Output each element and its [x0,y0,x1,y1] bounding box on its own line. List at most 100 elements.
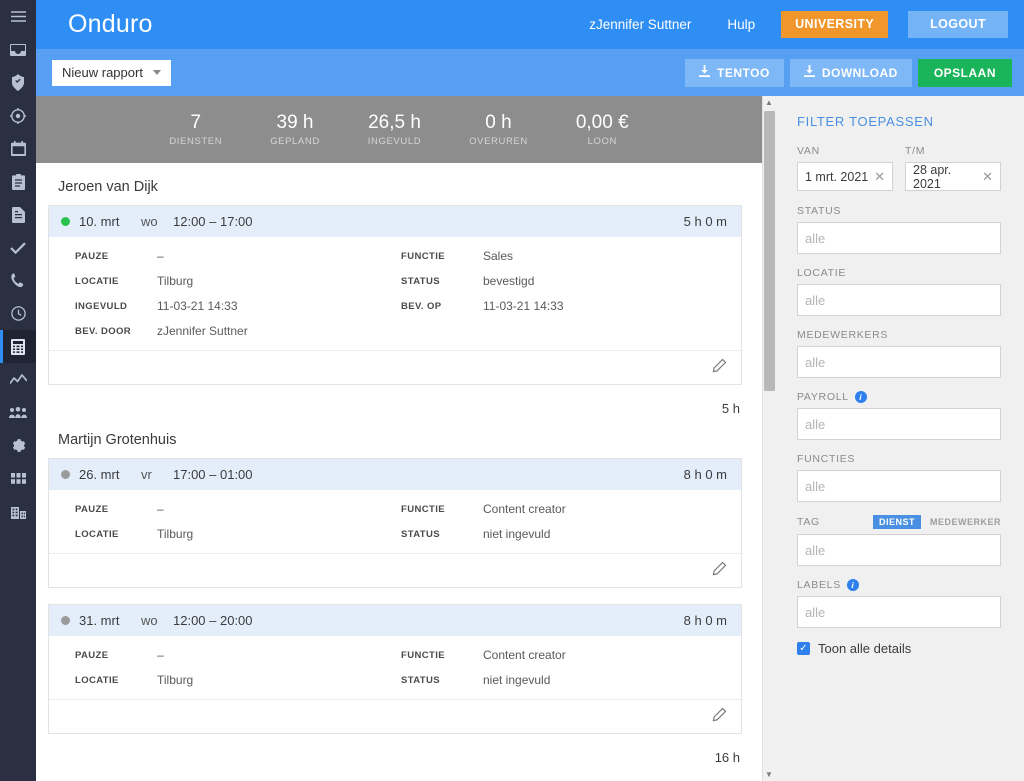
shift-card-footer [49,350,741,384]
shift-header[interactable]: 31. mrt wo 12:00 – 20:00 8 h 0 m [49,605,741,636]
sidebar-item-contacts[interactable] [0,264,36,297]
detail-key: INGEVULD [75,300,128,312]
download-icon [803,65,815,80]
shift-duration: 5 h 0 m [683,214,727,229]
save-button[interactable]: OPSLAAN [917,58,1012,87]
document-icon [11,206,25,223]
labels-filter-input[interactable]: alle [797,596,1001,628]
sidebar-item-clockin[interactable] [0,99,36,132]
employee-subtotal: 16 h [714,750,740,765]
date-to-label: T/M [905,145,926,157]
show-all-details-checkbox[interactable]: ✓ [797,642,810,655]
shift-time: 12:00 – 20:00 [173,613,253,628]
scroll-down-arrow[interactable]: ▼ [763,768,775,781]
report-content: 7 DIENSTEN 39 h GEPLAND 26,5 h INGEVULD [36,96,762,781]
shift-details: PAUZE – FUNCTIE Sales LOCATIE Tilburg ST… [49,237,741,350]
date-range-row: VAN 1 mrt. 2021 ✕ T/M 28 apr. 2021 ✕ [797,145,1001,191]
locatie-filter-label: LOCATIE [797,267,847,279]
stat-label: INGEVULD [367,136,422,147]
tentoo-export-button[interactable]: TENTOO [685,58,784,87]
tag-scope-medewerker[interactable]: MEDEWERKER [930,517,1001,527]
shift-day: wo [141,613,158,628]
shift-header[interactable]: 10. mrt wo 12:00 – 17:00 5 h 0 m [49,206,741,237]
locatie-filter-input[interactable]: alle [797,284,1001,316]
report-select[interactable]: Nieuw rapport [52,59,171,86]
payroll-filter-label: PAYROLL i [797,391,1001,403]
people-icon [9,406,27,419]
scroll-up-arrow[interactable]: ▲ [763,96,775,109]
date-to-value: 28 apr. 2021 [913,162,952,191]
tentoo-label: TENTOO [717,65,770,80]
sidebar-item-schedule[interactable] [0,132,36,165]
sidebar-item-timeclock[interactable] [0,297,36,330]
shift-header[interactable]: 26. mrt vr 17:00 – 01:00 8 h 0 m [49,459,741,490]
app-brand: Onduro [68,10,153,38]
status-filter-input[interactable]: alle [797,222,1001,254]
sidebar-item-apps[interactable] [0,462,36,495]
detail-value: zJennifer Suttner [157,324,248,338]
labels-filter-group: LABELS i alle [797,579,1001,628]
tag-filter-input[interactable]: alle [797,534,1001,566]
stat-overuren: 0 h OVERUREN [445,112,552,147]
sidebar-item-organisation[interactable] [0,495,36,528]
shift-day: vr [141,467,152,482]
edit-pencil-icon[interactable] [712,561,727,581]
medewerkers-filter-input[interactable]: alle [797,346,1001,378]
employee-block: Martijn Grotenhuis 26. mrt vr 17:00 – 01… [36,416,762,765]
show-all-details-row[interactable]: ✓ Toon alle details [797,641,1001,656]
status-dot [61,616,70,625]
edit-pencil-icon[interactable] [712,358,727,378]
help-link[interactable]: Hulp [709,10,773,40]
shift-time: 17:00 – 01:00 [173,467,253,482]
detail-value: Content creator [483,502,566,516]
detail-key: STATUS [401,674,440,686]
content-scrollbar[interactable]: ▲ ▼ [762,96,775,781]
shift-date: 31. mrt [79,613,120,628]
sidebar-item-reports[interactable] [0,330,36,363]
payroll-filter-input[interactable]: alle [797,408,1001,440]
sidebar-item-tasks[interactable] [0,165,36,198]
sidebar-item-employees[interactable] [0,396,36,429]
detail-key: PAUZE [75,250,109,262]
edit-pencil-icon[interactable] [712,707,727,727]
stat-label: LOON [587,136,617,147]
sidebar-item-documents[interactable] [0,198,36,231]
info-icon[interactable]: i [846,579,859,591]
functies-filter-input[interactable]: alle [797,470,1001,502]
date-to-group: T/M 28 apr. 2021 ✕ [905,145,1001,191]
logout-button[interactable]: LOGOUT [908,11,1008,38]
shift-details: PAUZE – FUNCTIE Content creator LOCATIE … [49,490,741,553]
detail-key: BEV. OP [401,300,442,312]
clipboard-icon [11,173,25,190]
university-button[interactable]: UNIVERSITY [781,11,889,38]
sidebar-item-settings[interactable] [0,429,36,462]
detail-key: PAUZE [75,503,109,515]
menu-toggle[interactable] [0,0,36,33]
detail-value: 11-03-21 14:33 [157,299,238,313]
sidebar-item-approvals[interactable] [0,231,36,264]
employee-block: Jeroen van Dijk 10. mrt wo 12:00 – 17:00… [36,163,762,416]
shift-details: PAUZE – FUNCTIE Content creator LOCATIE … [49,636,741,699]
current-user-link[interactable]: zJennifer Suttner [571,10,709,40]
info-icon[interactable]: i [854,391,867,403]
date-from-input[interactable]: 1 mrt. 2021 ✕ [797,162,893,191]
clear-icon[interactable]: ✕ [874,169,885,185]
report-select-label: Nieuw rapport [62,65,143,80]
clear-icon[interactable]: ✕ [982,169,993,185]
scrollbar-thumb[interactable] [764,111,775,391]
report-toolbar: Nieuw rapport TENTOO DOWNLOAD OPSLAAN [36,49,1024,96]
stat-value: 26,5 h [368,112,421,133]
download-button[interactable]: DOWNLOAD [789,58,912,87]
date-to-input[interactable]: 28 apr. 2021 ✕ [905,162,1001,191]
shift-duration: 8 h 0 m [683,613,727,628]
tag-scope-dienst[interactable]: DIENST [872,515,921,529]
detail-key: BEV. DOOR [75,325,132,337]
sidebar-item-inbox[interactable] [0,33,36,66]
sidebar-item-analytics[interactable] [0,363,36,396]
filter-panel-title: FILTER TOEPASSEN [797,114,934,129]
check-icon [10,241,26,254]
functies-filter-group: FUNCTIES alle [797,453,1001,502]
chevron-down-icon [152,70,161,75]
shift-card: 26. mrt vr 17:00 – 01:00 8 h 0 m PAUZE –… [48,458,742,588]
sidebar-item-availability[interactable] [0,66,36,99]
